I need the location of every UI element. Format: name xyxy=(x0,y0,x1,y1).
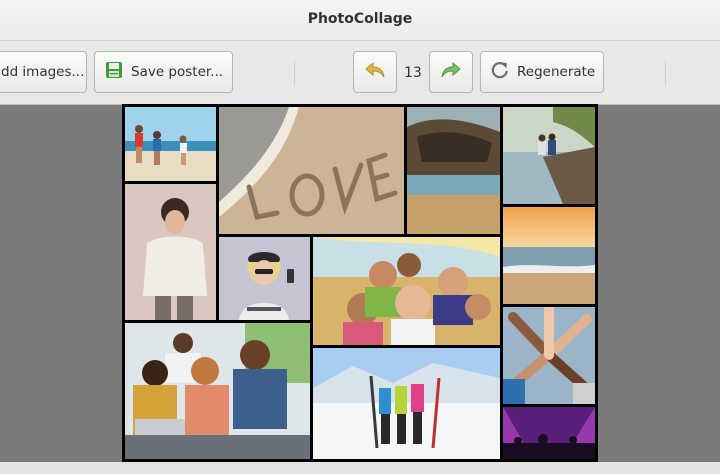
save-poster-icon xyxy=(104,60,124,84)
history-count: 13 xyxy=(404,65,422,81)
collage-poster xyxy=(122,104,598,462)
photo-woman-sweater xyxy=(125,184,216,320)
photo-love-sand xyxy=(219,107,404,234)
photo-woman-phone xyxy=(219,237,310,320)
photo-rock-coast xyxy=(407,107,500,234)
regenerate-label: Regenerate xyxy=(517,64,596,80)
photo-concert xyxy=(503,407,595,459)
photo-friends-laptop xyxy=(125,323,310,459)
photo-ski-group xyxy=(313,348,500,459)
toolbar-separator xyxy=(665,61,666,85)
save-poster-button[interactable]: Save poster... xyxy=(94,51,233,93)
photo-hands-stacked xyxy=(503,307,595,404)
photo-couple-pier xyxy=(503,107,595,204)
photo-beach-sunset xyxy=(503,207,595,304)
toolbar: dd images... Save poster... 13 Regenerat… xyxy=(0,41,720,105)
undo-button[interactable] xyxy=(353,51,397,93)
title-bar: PhotoCollage xyxy=(0,0,720,41)
undo-arrow-icon xyxy=(363,60,387,84)
window-title: PhotoCollage xyxy=(307,11,413,27)
photo-kids-beach xyxy=(125,107,216,181)
redo-button[interactable] xyxy=(429,51,473,93)
add-images-button[interactable]: dd images... xyxy=(0,51,87,93)
regenerate-button[interactable]: Regenerate xyxy=(480,51,604,93)
toolbar-separator xyxy=(294,61,295,85)
add-images-label: dd images... xyxy=(1,64,85,80)
status-strip xyxy=(0,462,720,474)
redo-arrow-icon xyxy=(439,60,463,84)
refresh-icon xyxy=(490,60,510,84)
save-poster-label: Save poster... xyxy=(131,64,224,80)
photo-group-selfie xyxy=(313,237,500,345)
